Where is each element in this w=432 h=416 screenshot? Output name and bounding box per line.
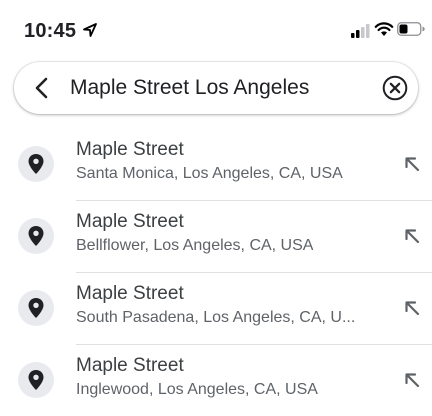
arrow-up-left-icon — [405, 157, 420, 172]
location-pin-icon — [18, 290, 54, 326]
suggestion-title: Maple Street — [76, 283, 184, 304]
location-arrow-icon — [82, 22, 98, 43]
suggestion-subtitle: Inglewood, Los Angeles, CA, USA — [76, 381, 318, 398]
wifi-icon — [374, 21, 394, 42]
suggestion-item[interactable]: Maple Street Santa Monica, Los Angeles, … — [0, 128, 432, 200]
location-pin-icon — [18, 218, 54, 254]
back-button[interactable] — [30, 76, 54, 100]
arrow-up-left-icon — [405, 229, 420, 244]
clear-circle-x-icon — [382, 75, 408, 101]
suggestion-item[interactable]: Maple Street Inglewood, Los Angeles, CA,… — [0, 344, 432, 416]
arrow-up-left-icon — [405, 301, 420, 316]
suggestion-item[interactable]: Maple Street South Pasadena, Los Angeles… — [0, 272, 432, 344]
location-pin-icon — [18, 146, 54, 182]
suggestions-list: Maple Street Santa Monica, Los Angeles, … — [0, 128, 432, 416]
fill-query-button[interactable] — [400, 368, 424, 392]
suggestion-item[interactable]: Maple Street Bellflower, Los Angeles, CA… — [0, 200, 432, 272]
arrow-up-left-icon — [405, 373, 420, 388]
cellular-signal-icon — [351, 24, 371, 43]
suggestion-subtitle: South Pasadena, Los Angeles, CA, U... — [76, 309, 356, 326]
search-input[interactable] — [70, 71, 370, 105]
suggestion-subtitle: Santa Monica, Los Angeles, CA, USA — [76, 165, 343, 182]
status-time: 10:45 — [24, 20, 77, 42]
status-bar: 10:45 — [0, 0, 432, 64]
suggestion-title: Maple Street — [76, 211, 184, 232]
suggestion-title: Maple Street — [76, 355, 184, 376]
fill-query-button[interactable] — [400, 152, 424, 176]
chevron-left-icon — [35, 77, 48, 99]
search-bar — [14, 62, 418, 114]
fill-query-button[interactable] — [400, 224, 424, 248]
location-pin-icon — [18, 362, 54, 398]
fill-query-button[interactable] — [400, 296, 424, 320]
suggestion-subtitle: Bellflower, Los Angeles, CA, USA — [76, 237, 314, 254]
battery-icon — [397, 22, 425, 41]
clear-search-button[interactable] — [382, 75, 408, 101]
suggestion-title: Maple Street — [76, 139, 184, 160]
